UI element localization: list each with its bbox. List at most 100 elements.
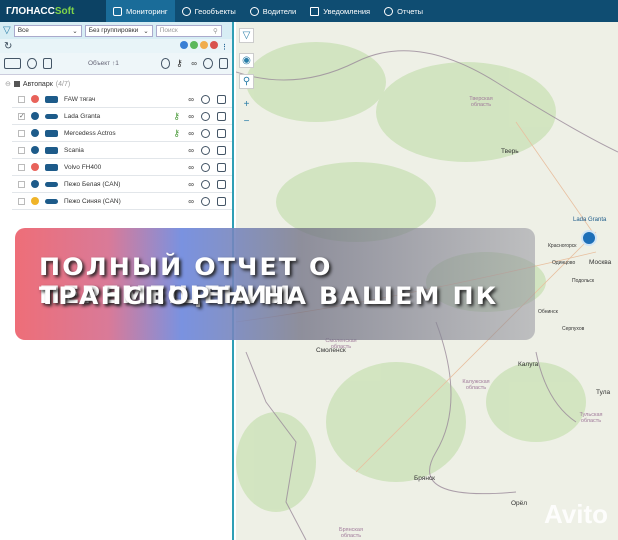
history-icon[interactable] xyxy=(203,58,213,69)
status-filter-orange[interactable] xyxy=(200,41,208,49)
history-icon[interactable] xyxy=(201,179,210,189)
zoom-in-button[interactable]: + xyxy=(239,97,254,112)
binoculars-icon[interactable]: ∞ xyxy=(188,197,194,206)
vehicle-checkbox[interactable] xyxy=(18,163,25,171)
city-label: Брянск xyxy=(414,475,436,482)
geo-icon xyxy=(181,6,191,16)
binoculars-icon[interactable]: ∞ xyxy=(191,59,197,68)
collapse-icon[interactable]: ⊖ xyxy=(5,80,11,88)
grouping-select[interactable]: Без группировки ⌄ xyxy=(84,24,153,37)
binoculars-icon[interactable]: ∞ xyxy=(188,163,194,172)
vehicle-checkbox[interactable] xyxy=(18,180,25,188)
truck-icon xyxy=(45,95,58,103)
car-icon[interactable] xyxy=(42,58,52,69)
speed-icon[interactable] xyxy=(160,58,171,69)
status-filter-red[interactable] xyxy=(210,41,218,49)
filter-icon[interactable]: ▽ xyxy=(3,25,11,36)
vehicle-row[interactable]: FAW тягач ∞ xyxy=(12,91,232,108)
status-dot xyxy=(31,197,39,205)
key-icon[interactable]: ⚷ xyxy=(176,58,185,69)
vehicle-marker[interactable] xyxy=(581,230,597,246)
promo-banner: ПОЛНЫЙ ОТЧЕТ О ПЕРЕМЕЩЕНИИ ТРАНСПОРТА НА… xyxy=(15,228,535,340)
status-filter-blue[interactable] xyxy=(180,41,188,49)
refresh-icon[interactable]: ↻ xyxy=(4,41,12,52)
city-label: Тула xyxy=(596,389,611,396)
binoculars-icon[interactable]: ∞ xyxy=(188,146,194,155)
menu-icon[interactable] xyxy=(217,162,226,172)
vehicle-checkbox[interactable] xyxy=(18,95,25,103)
map-search-icon[interactable]: ⚲ xyxy=(239,74,254,89)
history-icon[interactable] xyxy=(201,196,210,206)
city-label: Калуга xyxy=(518,361,539,368)
vehicle-row[interactable]: ✓ Lada Granta ⚷ ∞ xyxy=(12,108,232,125)
binoculars-icon[interactable]: ∞ xyxy=(188,112,194,121)
vehicle-checkbox[interactable] xyxy=(18,129,25,137)
city-label: Обнинск xyxy=(538,309,558,315)
group-header[interactable]: ⊖ Автопарк (4/7) xyxy=(0,77,232,91)
city-label: Красногорск xyxy=(548,243,577,249)
status-dot xyxy=(31,129,39,137)
menu-icon[interactable] xyxy=(217,111,226,121)
search-icon: ⚲ xyxy=(212,27,218,35)
history-icon[interactable] xyxy=(201,94,210,104)
city-label: Подольск xyxy=(572,278,595,284)
truck-icon xyxy=(45,146,58,154)
steering-wheel-icon xyxy=(249,6,259,16)
menu-icon[interactable] xyxy=(217,94,226,104)
tab-notifications[interactable]: Уведомления xyxy=(303,0,377,22)
sort-by-object[interactable]: Объект ↑1 xyxy=(88,60,155,67)
car-icon xyxy=(45,198,58,204)
car-icon xyxy=(45,181,58,187)
status-dot xyxy=(31,112,39,120)
key-icon[interactable]: ⚷ xyxy=(173,128,180,139)
status-filter-green[interactable] xyxy=(190,41,198,49)
tab-reports[interactable]: Отчеты xyxy=(377,0,430,22)
vehicle-name: Пежо Синяя (CAN) xyxy=(64,197,121,205)
key-icon[interactable]: ⚷ xyxy=(173,111,180,122)
truck-icon xyxy=(45,163,58,171)
tab-monitoring[interactable]: Мониторинг xyxy=(106,0,175,22)
tab-geoobjects[interactable]: Геообъекты xyxy=(175,0,243,22)
vehicle-checkbox[interactable]: ✓ xyxy=(18,112,25,120)
map-filter-icon[interactable]: ▽ xyxy=(239,28,254,43)
history-icon[interactable] xyxy=(201,162,210,172)
vehicle-checkbox[interactable] xyxy=(18,197,25,205)
vehicle-row[interactable]: Пежо Белая (CAN) ∞ xyxy=(12,176,232,193)
vehicle-row[interactable]: Mercedess Actros ⚷ ∞ xyxy=(12,125,232,142)
chevron-down-icon: ⌄ xyxy=(72,27,78,35)
reports-icon xyxy=(384,6,394,16)
city-label: Серпухов xyxy=(562,326,585,332)
binoculars-icon[interactable]: ∞ xyxy=(188,129,194,138)
history-icon[interactable] xyxy=(201,145,210,155)
more-icon[interactable]: ⋮ xyxy=(221,44,228,51)
menu-icon[interactable] xyxy=(217,196,226,206)
vehicle-row[interactable]: Scania ∞ xyxy=(12,142,232,159)
tab-drivers[interactable]: Водители xyxy=(243,0,303,22)
vehicle-row[interactable]: Пежо Синяя (CAN) ∞ xyxy=(12,193,232,210)
marker-label: Lada Granta xyxy=(573,217,607,223)
status-dot xyxy=(31,180,39,188)
camera-icon[interactable]: ◉ xyxy=(239,53,254,68)
refresh-icon[interactable] xyxy=(27,58,37,69)
city-label: Москва xyxy=(589,259,612,266)
group-checkbox[interactable] xyxy=(13,81,20,87)
vehicle-row[interactable]: Volvo FH400 ∞ xyxy=(12,159,232,176)
top-nav: ГЛОНАСС Soft Мониторинг Геообъекты Водите… xyxy=(0,0,618,22)
vehicle-checkbox[interactable] xyxy=(18,146,25,154)
menu-icon[interactable] xyxy=(217,179,226,189)
chevron-down-icon: ⌄ xyxy=(143,27,149,35)
binoculars-icon[interactable]: ∞ xyxy=(188,95,194,104)
menu-icon[interactable] xyxy=(217,128,226,138)
history-icon[interactable] xyxy=(201,128,210,138)
menu-icon[interactable] xyxy=(218,58,228,69)
status-select[interactable]: Все ⌄ xyxy=(13,24,82,37)
search-input[interactable]: Поиск ⚲ xyxy=(155,24,222,37)
vehicle-name: Mercedess Actros xyxy=(64,129,116,137)
zoom-out-button[interactable]: − xyxy=(239,114,254,129)
binoculars-icon[interactable]: ∞ xyxy=(188,180,194,189)
vehicle-name: FAW тягач xyxy=(64,95,96,103)
history-icon[interactable] xyxy=(201,111,210,121)
avito-watermark: Avito xyxy=(543,499,608,529)
expand-icon[interactable] xyxy=(4,58,21,69)
menu-icon[interactable] xyxy=(217,145,226,155)
